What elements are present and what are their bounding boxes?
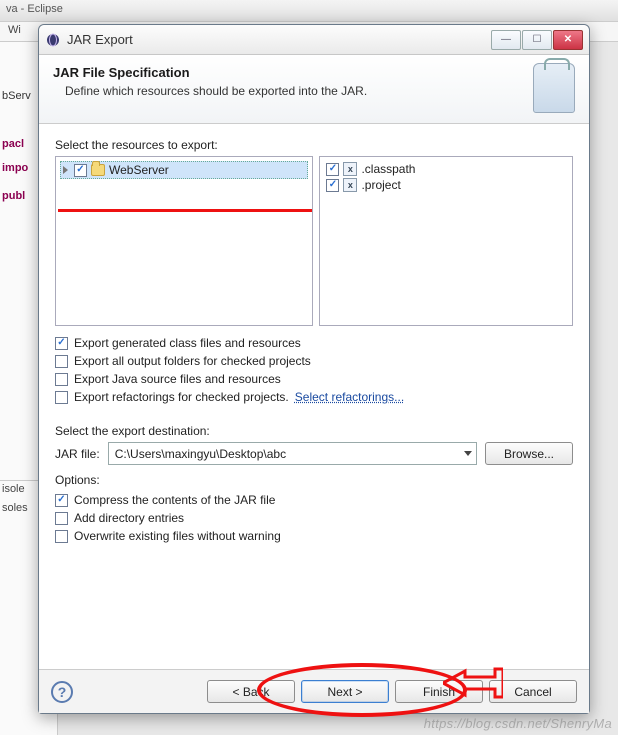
help-icon[interactable]: ? bbox=[51, 681, 73, 703]
option-row[interactable]: Export refactorings for checked projects… bbox=[55, 388, 573, 406]
option-label: Export generated class files and resourc… bbox=[74, 336, 301, 350]
tree-root-row[interactable]: WebServer bbox=[60, 161, 308, 179]
cancel-button[interactable]: Cancel bbox=[489, 680, 577, 703]
tree-root-label: WebServer bbox=[109, 163, 169, 177]
refactorings-link[interactable]: Select refactorings... bbox=[295, 390, 404, 404]
option-label: Export all output folders for checked pr… bbox=[74, 354, 311, 368]
page-description: Define which resources should be exporte… bbox=[65, 84, 367, 98]
file-name: .project bbox=[361, 178, 400, 192]
eclipse-titlebar: va - Eclipse bbox=[0, 0, 618, 22]
eclipse-title: va - Eclipse bbox=[6, 3, 63, 15]
wizard-header: JAR File Specification Define which reso… bbox=[39, 55, 589, 124]
option-label: Compress the contents of the JAR file bbox=[74, 493, 275, 507]
jar-path-combo[interactable]: C:\Users\maxingyu\Desktop\abc bbox=[108, 442, 477, 465]
minimize-button[interactable]: — bbox=[491, 30, 521, 50]
file-checkbox[interactable] bbox=[326, 163, 339, 176]
project-icon bbox=[91, 164, 105, 176]
export-options: Export generated class files and resourc… bbox=[55, 334, 573, 406]
expand-icon[interactable] bbox=[63, 166, 68, 174]
dialog-title-text: JAR Export bbox=[67, 32, 491, 47]
checkbox[interactable] bbox=[55, 530, 68, 543]
tab-fragment: Wi bbox=[8, 24, 21, 36]
option-row[interactable]: Overwrite existing files without warning bbox=[55, 527, 573, 545]
checkbox[interactable] bbox=[55, 512, 68, 525]
jar-path-value: C:\Users\maxingyu\Desktop\abc bbox=[115, 447, 286, 461]
checkbox[interactable] bbox=[55, 494, 68, 507]
option-row[interactable]: Export all output folders for checked pr… bbox=[55, 352, 573, 370]
close-button[interactable]: ✕ bbox=[553, 30, 583, 50]
file-icon: x bbox=[343, 162, 357, 176]
maximize-button[interactable]: ☐ bbox=[522, 30, 552, 50]
option-label: Export Java source files and resources bbox=[74, 372, 281, 386]
watermark: https://blog.csdn.net/ShenryMa bbox=[424, 716, 612, 731]
option-row[interactable]: Export generated class files and resourc… bbox=[55, 334, 573, 352]
tree-checkbox[interactable] bbox=[74, 164, 87, 177]
jar-file-label: JAR file: bbox=[55, 447, 100, 461]
option-row[interactable]: Export Java source files and resources bbox=[55, 370, 573, 388]
chevron-down-icon[interactable] bbox=[464, 451, 472, 456]
next-button[interactable]: Next > bbox=[301, 680, 389, 703]
list-item[interactable]: x .classpath bbox=[324, 161, 568, 177]
checkbox[interactable] bbox=[55, 337, 68, 350]
file-list[interactable]: x .classpath x .project bbox=[319, 156, 573, 326]
resource-tree[interactable]: WebServer bbox=[55, 156, 313, 326]
option-label: Overwrite existing files without warning bbox=[74, 529, 281, 543]
finish-button[interactable]: Finish bbox=[395, 680, 483, 703]
option-label: Export refactorings for checked projects… bbox=[74, 390, 289, 404]
jar-export-dialog: JAR Export — ☐ ✕ JAR File Specification … bbox=[38, 24, 590, 714]
checkbox[interactable] bbox=[55, 373, 68, 386]
destination-label: Select the export destination: bbox=[55, 424, 573, 438]
wizard-body: Select the resources to export: WebServe… bbox=[39, 124, 589, 551]
eclipse-icon bbox=[45, 32, 61, 48]
list-item[interactable]: x .project bbox=[324, 177, 568, 193]
file-checkbox[interactable] bbox=[326, 179, 339, 192]
options-label: Options: bbox=[55, 473, 573, 487]
back-button[interactable]: < Back bbox=[207, 680, 295, 703]
option-row[interactable]: Add directory entries bbox=[55, 509, 573, 527]
file-icon: x bbox=[343, 178, 357, 192]
wizard-footer: ? < Back Next > Finish Cancel bbox=[39, 669, 589, 713]
dialog-titlebar[interactable]: JAR Export — ☐ ✕ bbox=[39, 25, 589, 55]
option-label: Add directory entries bbox=[74, 511, 184, 525]
jar-icon bbox=[533, 63, 575, 113]
checkbox[interactable] bbox=[55, 391, 68, 404]
file-name: .classpath bbox=[361, 162, 415, 176]
option-row[interactable]: Compress the contents of the JAR file bbox=[55, 491, 573, 509]
resources-label: Select the resources to export: bbox=[55, 138, 573, 152]
page-title: JAR File Specification bbox=[53, 65, 367, 80]
annotation-underline bbox=[58, 209, 313, 212]
browse-button[interactable]: Browse... bbox=[485, 442, 573, 465]
checkbox[interactable] bbox=[55, 355, 68, 368]
window-controls: — ☐ ✕ bbox=[491, 30, 583, 50]
